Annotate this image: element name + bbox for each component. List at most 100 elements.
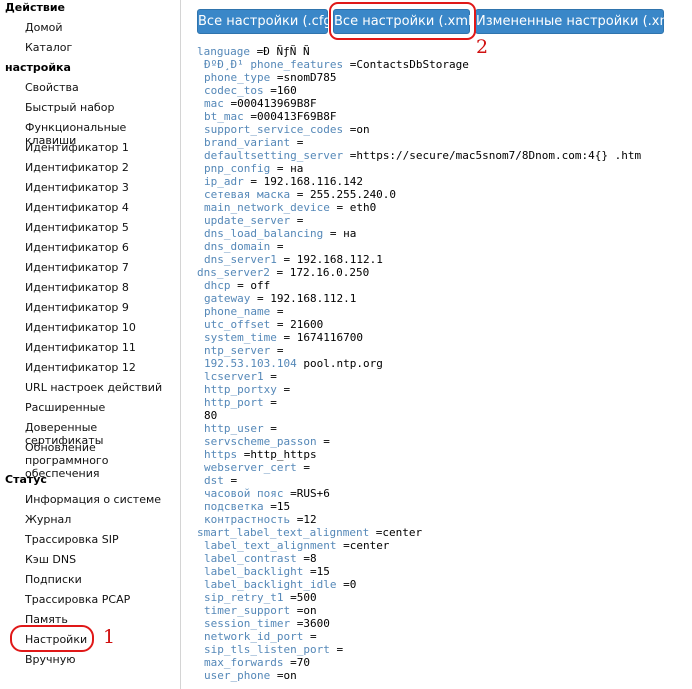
config-key: dns_domain <box>204 240 271 253</box>
config-key: label_text_alignment <box>204 539 337 552</box>
sidebar-item[interactable]: Идентификатор 10 <box>25 321 175 334</box>
sidebar-item[interactable]: Кэш DNS <box>25 553 175 566</box>
sidebar-item[interactable]: Подписки <box>25 573 175 586</box>
config-key: user_phone <box>204 669 271 682</box>
config-line: label_text_alignment =center <box>197 539 687 552</box>
highlight-xml-button <box>329 2 476 40</box>
sidebar-item[interactable]: Идентификатор 7 <box>25 261 175 274</box>
config-value: =Ð ÑƒÑ Ñ <box>249 45 310 58</box>
config-value: pool.ntp.org <box>296 357 383 370</box>
sidebar-item[interactable]: Идентификатор 8 <box>25 281 175 294</box>
config-value: = <box>270 344 284 357</box>
config-key: http_port <box>204 396 264 409</box>
config-key: ntp_server <box>204 344 271 357</box>
sidebar-item[interactable]: Идентификатор 11 <box>25 341 175 354</box>
config-line: http_user = <box>197 422 687 435</box>
sidebar-item[interactable]: Идентификатор 6 <box>25 241 175 254</box>
sidebar-nav: Действие Домой Каталог настройка Свойства Быс… <box>0 0 181 689</box>
config-key: http_user <box>204 422 264 435</box>
config-key: lcserver1 <box>204 370 264 383</box>
config-value: =RUS+6 <box>283 487 330 500</box>
sidebar-item[interactable]: Обновление программного обеспечения <box>25 441 175 480</box>
config-line: bt_mac =000413F69B8F <box>197 110 687 123</box>
config-value: = <box>263 396 277 409</box>
config-value: =160 <box>263 84 297 97</box>
config-value: = <box>270 305 284 318</box>
config-value: =ContactsDbStorage <box>343 58 469 71</box>
config-line: lcserver1 = <box>197 370 687 383</box>
sidebar-item[interactable]: Идентификатор 1 <box>25 141 175 154</box>
config-line: ip_adr = 192.168.116.142 <box>197 175 687 188</box>
config-value: =12 <box>290 513 317 526</box>
config-value: = eth0 <box>329 201 377 214</box>
sidebar-item[interactable]: Расширенные <box>25 401 175 414</box>
config-line: timer_support =on <box>197 604 687 617</box>
config-key: label_backlight_idle <box>204 578 337 591</box>
sidebar-item[interactable]: Домой <box>25 21 175 34</box>
sidebar-item[interactable]: Быстрый набор <box>25 101 175 114</box>
sidebar-item[interactable]: Трассировка SIP <box>25 533 175 546</box>
sidebar-item[interactable]: Идентификатор 3 <box>25 181 175 194</box>
sidebar-item[interactable]: Трассировка PCAP <box>25 593 175 606</box>
config-key: defaultsetting_server <box>204 149 344 162</box>
config-line: support_service_codes =on <box>197 123 687 136</box>
config-value: = 192.168.112.1 <box>276 253 383 266</box>
config-key: smart_label_text_alignment <box>197 526 370 539</box>
config-key: label_backlight <box>204 565 304 578</box>
config-key: sip_tls_listen_port <box>204 643 330 656</box>
config-key: dns_load_balancing <box>204 227 324 240</box>
sidebar-item[interactable]: Идентификатор 9 <box>25 301 175 314</box>
config-value: = <box>296 461 310 474</box>
sidebar-item[interactable]: Идентификатор 4 <box>25 201 175 214</box>
config-line: http_portxy = <box>197 383 687 396</box>
config-value: =on <box>343 123 370 136</box>
config-value: =500 <box>283 591 317 604</box>
config-line: label_backlight_idle =0 <box>197 578 687 591</box>
config-key: 192.53.103.104 <box>204 357 297 370</box>
config-line: network_id_port = <box>197 630 687 643</box>
config-line: gateway = 192.168.112.1 <box>197 292 687 305</box>
config-key: max_forwards <box>204 656 284 669</box>
config-key: timer_support <box>204 604 291 617</box>
config-key: часовой пояс <box>204 487 284 500</box>
config-line: контрастность =12 <box>197 513 687 526</box>
config-value: =15 <box>303 565 330 578</box>
all-settings-cfg-button[interactable]: Все настройки (.cfg) <box>197 9 337 34</box>
config-key: session_timer <box>204 617 291 630</box>
config-key: utc_offset <box>204 318 271 331</box>
config-value: = <box>270 240 284 253</box>
sidebar-item[interactable]: URL настроек действий <box>25 381 175 394</box>
config-value: = off <box>230 279 271 292</box>
config-value: = <box>263 370 277 383</box>
config-line: servscheme_passon = <box>197 435 687 448</box>
sidebar-item[interactable]: Вручную <box>25 653 175 666</box>
config-key: webserver_cert <box>204 461 297 474</box>
sidebar-item[interactable]: Каталог <box>25 41 175 54</box>
config-key: phone_type <box>204 71 271 84</box>
config-key: label_contrast <box>204 552 297 565</box>
sidebar-item[interactable]: Идентификатор 5 <box>25 221 175 234</box>
changed-settings-xml-button[interactable]: Измененные настройки (.xml) <box>475 9 681 34</box>
sidebar-item[interactable]: Идентификатор 2 <box>25 161 175 174</box>
config-line: mac =000413969B8F <box>197 97 687 110</box>
config-line: label_contrast =8 <box>197 552 687 565</box>
sidebar-item[interactable]: Идентификатор 12 <box>25 361 175 374</box>
config-key: контрастность <box>204 513 291 526</box>
config-line: dst = <box>197 474 687 487</box>
config-key: support_service_codes <box>204 123 344 136</box>
config-key: dst <box>204 474 224 487</box>
config-value: =70 <box>283 656 310 669</box>
config-line: 80 <box>197 409 687 422</box>
config-value: =snomD785 <box>270 71 337 84</box>
config-line: system_time = 1674116700 <box>197 331 687 344</box>
config-value: =center <box>336 539 390 552</box>
config-line: sip_retry_t1 =500 <box>197 591 687 604</box>
config-line: часовой пояс =RUS+6 <box>197 487 687 500</box>
config-value: =center <box>369 526 423 539</box>
config-line: http_port = <box>197 396 687 409</box>
config-key: codec_tos <box>204 84 264 97</box>
sidebar-item[interactable]: Информация о системе <box>25 493 175 506</box>
config-value: = 192.168.116.142 <box>243 175 363 188</box>
sidebar-item[interactable]: Свойства <box>25 81 175 94</box>
sidebar-item[interactable]: Журнал <box>25 513 175 526</box>
